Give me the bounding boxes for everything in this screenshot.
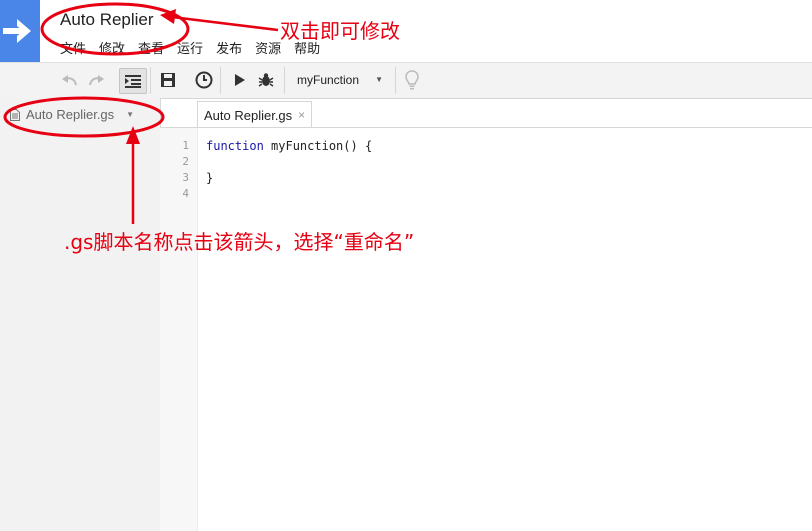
redo-icon <box>89 75 104 86</box>
run-button[interactable] <box>228 68 252 92</box>
lightbulb-icon <box>405 70 419 90</box>
file-icon <box>10 108 20 121</box>
code-keyword: function <box>206 139 264 153</box>
code-text: myFunction() { <box>263 139 373 153</box>
title-annotation-text: 双击即可修改 <box>280 19 400 43</box>
sidebar-file-label: Auto Replier.gs <box>26 107 115 122</box>
line-number-gutter: 1 2 3 4 <box>160 128 198 531</box>
title-arrow-line <box>171 15 279 32</box>
close-icon[interactable]: × <box>298 108 305 122</box>
apps-script-logo[interactable] <box>0 0 40 62</box>
function-select[interactable]: myFunction ▼ <box>289 68 389 92</box>
debug-button[interactable] <box>254 68 278 92</box>
line-number: 2 <box>182 155 189 168</box>
line-number: 3 <box>182 171 189 184</box>
code-line[interactable]: function myFunction() { <box>206 139 372 153</box>
undo-button[interactable] <box>58 68 82 92</box>
menu-edit[interactable]: 修改 <box>99 38 125 57</box>
code-text: } <box>206 171 214 185</box>
sidebar-file-item[interactable]: Auto Replier.gs ▼ <box>10 107 134 122</box>
toolbar-divider <box>220 67 221 94</box>
tab-label: Auto Replier.gs <box>204 107 293 123</box>
auto-indent-button[interactable] <box>119 68 147 94</box>
file-annotation-text: .gs脚本名称点击该箭头，选择“重命名” <box>64 230 415 254</box>
arrow-right-icon <box>3 19 31 43</box>
save-icon <box>161 73 175 87</box>
toolbar: myFunction ▼ <box>0 62 812 99</box>
line-number: 4 <box>182 187 189 200</box>
toolbar-divider <box>150 67 151 94</box>
file-menu-arrow-icon[interactable]: ▼ <box>126 110 134 119</box>
code-line[interactable]: } <box>206 171 213 185</box>
debug-bug-icon <box>258 73 274 87</box>
menu-resources[interactable]: 资源 <box>255 38 281 57</box>
save-button[interactable] <box>156 68 180 92</box>
tabs-divider <box>160 127 812 128</box>
lightbulb-button[interactable] <box>400 68 424 92</box>
menu-publish[interactable]: 发布 <box>216 38 242 57</box>
menu-file[interactable]: 文件 <box>60 38 86 57</box>
toolbar-divider <box>284 67 285 94</box>
menu-run[interactable]: 运行 <box>177 38 203 57</box>
redo-button[interactable] <box>84 68 108 92</box>
line-number: 1 <box>182 139 189 152</box>
run-play-icon <box>235 74 245 86</box>
title-arrow-head <box>160 9 176 24</box>
project-title[interactable]: Auto Replier <box>60 10 154 30</box>
file-sidebar: Auto Replier.gs ▼ <box>0 98 151 531</box>
triggers-button[interactable] <box>192 68 216 92</box>
tab-auto-replier[interactable]: Auto Replier.gs × <box>197 101 313 128</box>
function-select-value: myFunction <box>297 73 360 87</box>
triggers-clock-icon <box>195 71 213 89</box>
menu-view[interactable]: 查看 <box>138 38 164 57</box>
indent-icon <box>125 75 141 88</box>
chevron-down-icon: ▼ <box>375 75 383 84</box>
undo-icon <box>62 75 77 86</box>
toolbar-divider <box>395 67 396 94</box>
